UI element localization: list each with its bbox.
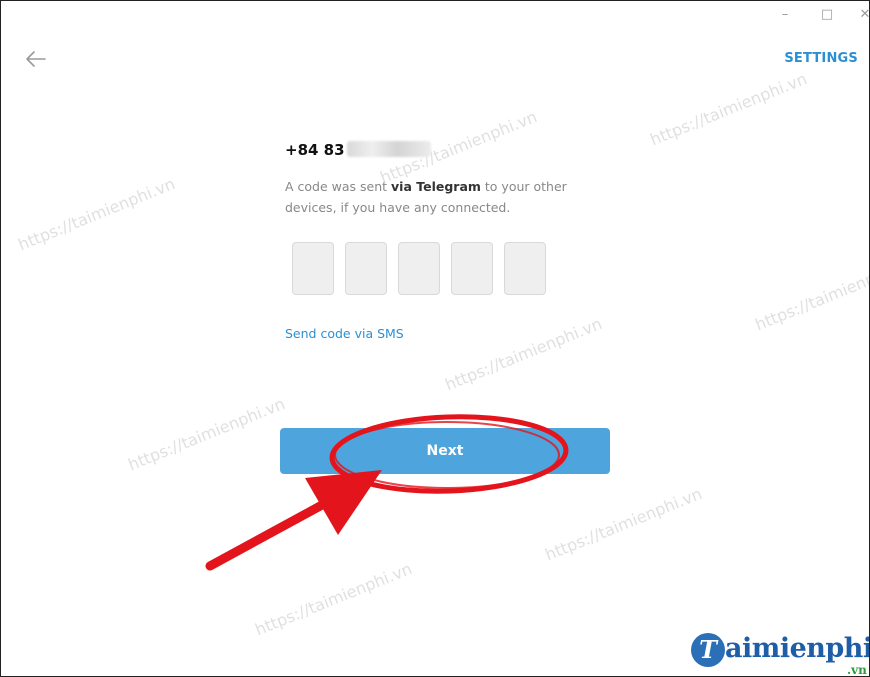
taimienphi-logo: T aimienphi .vn [691, 631, 869, 676]
send-code-via-sms-link[interactable]: Send code via SMS [285, 326, 404, 341]
code-digit-input[interactable] [345, 242, 387, 295]
logo-text: aimienphi [725, 633, 870, 664]
phone-number-text: +84 83 [285, 141, 345, 159]
logo-tld: .vn [847, 663, 867, 677]
close-button[interactable]: ✕ [851, 5, 869, 25]
description-emphasis: via Telegram [391, 179, 481, 194]
minimize-button[interactable]: – [771, 5, 799, 25]
code-input-group [292, 242, 546, 295]
code-sent-description: A code was sent via Telegram to your oth… [285, 176, 605, 218]
title-bar: – □ ✕ [1, 1, 869, 29]
watermark-text: https://taimienphi.vn [15, 174, 178, 255]
logo-mark: T [691, 633, 725, 667]
watermark-text: https://taimienphi.vn [752, 254, 870, 335]
phone-number-title: +84 83 [285, 141, 431, 159]
code-digit-input[interactable] [292, 242, 334, 295]
telegram-window: – □ ✕ SETTINGS https://taimienphi.vn htt… [0, 0, 870, 677]
redacted-digits [346, 141, 431, 157]
watermark-text: https://taimienphi.vn [647, 69, 810, 150]
watermark-text: https://taimienphi.vn [252, 559, 415, 640]
next-button[interactable]: Next [280, 428, 610, 474]
settings-link[interactable]: SETTINGS [784, 51, 858, 66]
watermark-text: https://taimienphi.vn [442, 314, 605, 395]
code-digit-input[interactable] [398, 242, 440, 295]
description-prefix: A code was sent [285, 179, 392, 194]
watermark-text: https://taimienphi.vn [125, 394, 288, 475]
code-digit-input[interactable] [504, 242, 546, 295]
maximize-button[interactable]: □ [813, 5, 841, 25]
code-digit-input[interactable] [451, 242, 493, 295]
watermark-text: https://taimienphi.vn [542, 484, 705, 565]
back-arrow-icon[interactable] [25, 49, 47, 69]
